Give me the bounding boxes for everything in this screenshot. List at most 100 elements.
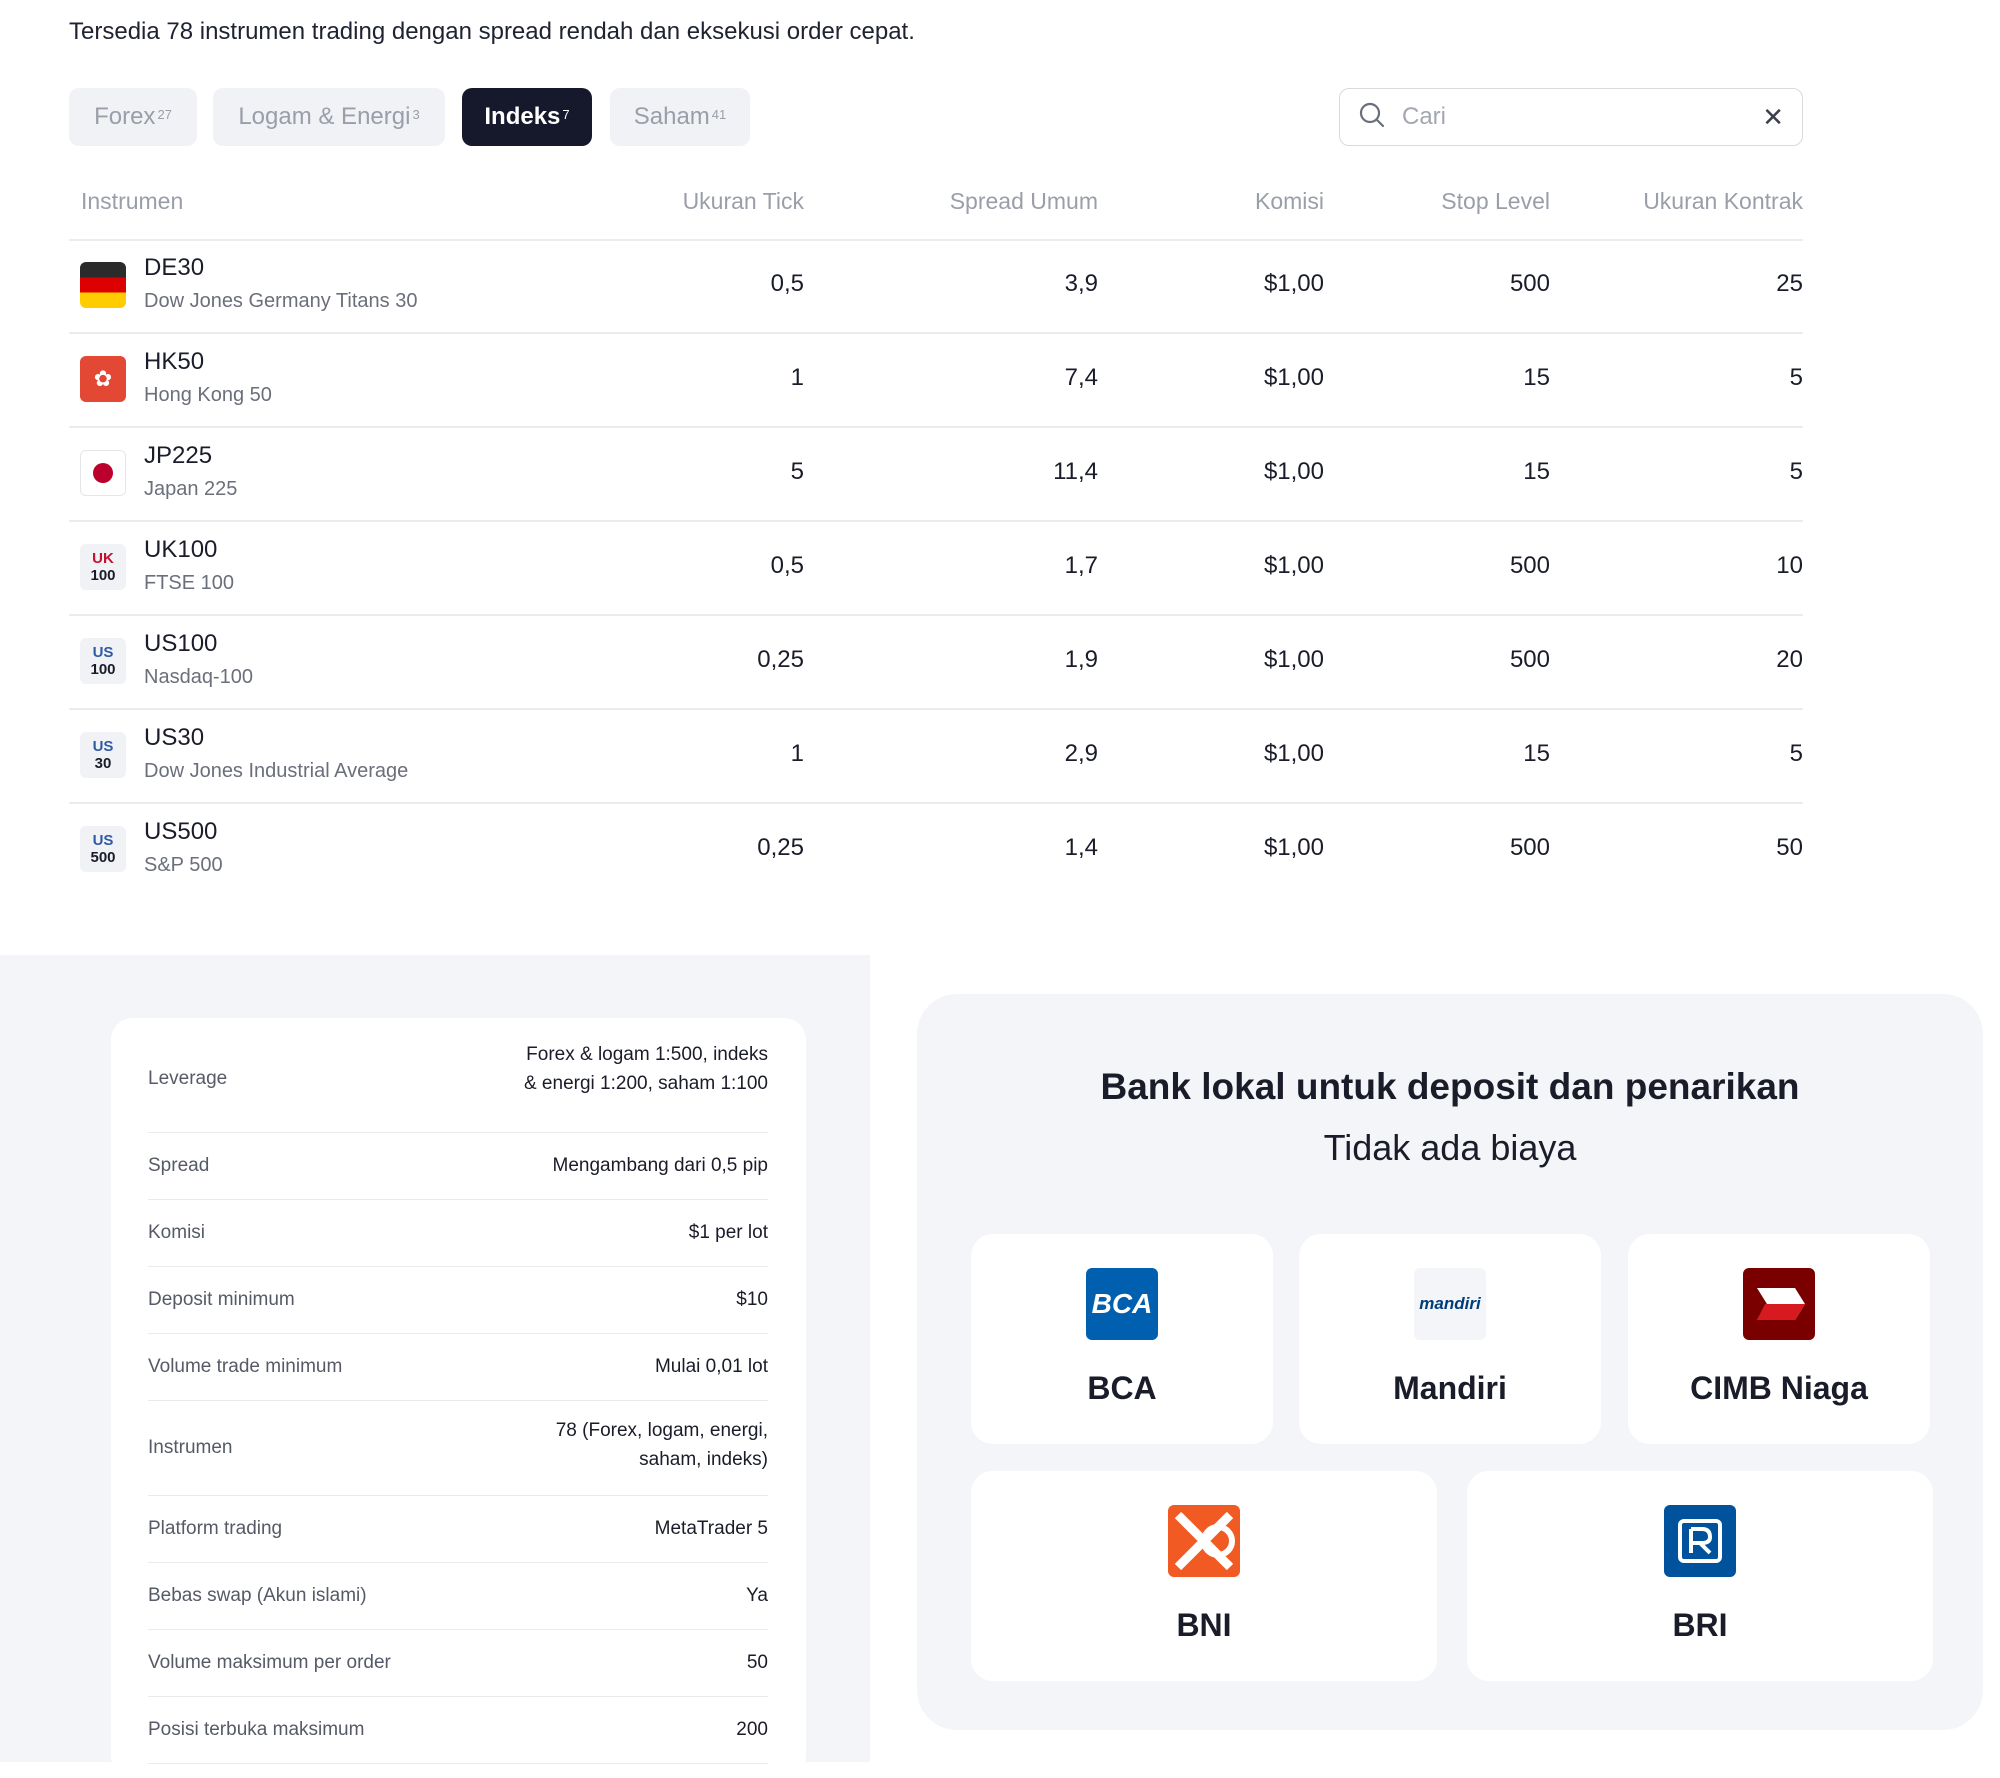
spec-row-platform: Platform trading MetaTrader 5 (148, 1496, 768, 1563)
tick-size: 0,5 (770, 270, 804, 297)
spec-row-leverage: Leverage Forex & logam 1:500, indeks & en… (148, 1018, 768, 1133)
bank-card-bca[interactable]: BCA BCA (971, 1234, 1273, 1444)
tab-forex[interactable]: Forex 27 (69, 88, 197, 146)
bri-logo-icon (1664, 1505, 1736, 1577)
spec-label: Komisi (148, 1222, 206, 1243)
spec-label: Instrumen (148, 1437, 233, 1458)
spread: 2,9 (1064, 740, 1098, 767)
instrument-symbol: US30 (144, 724, 205, 751)
tab-count: 41 (711, 106, 727, 122)
instrument-name: Dow Jones Germany Titans 30 (144, 290, 418, 312)
mandiri-logo-icon: mandiri (1414, 1268, 1486, 1340)
instrument-name: Japan 225 (144, 478, 238, 500)
stop-level: 15 (1523, 364, 1550, 391)
bank-card-bni[interactable]: BNI (971, 1471, 1437, 1681)
spec-label: Bebas swap (Akun islami) (148, 1585, 367, 1606)
us500-icon: US 500 (80, 826, 126, 872)
stop-level: 15 (1523, 458, 1550, 485)
us30-icon: US 30 (80, 732, 126, 778)
instrument-symbol: UK100 (144, 536, 218, 563)
spec-row-deposit-minimum: Deposit minimum $10 (148, 1267, 768, 1334)
tab-saham[interactable]: Saham 41 (610, 88, 750, 146)
spread: 7,4 (1064, 364, 1098, 391)
bni-logo-icon (1168, 1505, 1240, 1577)
tick-size: 1 (790, 364, 804, 391)
instrument-name: FTSE 100 (144, 572, 235, 594)
table-row[interactable]: ✿ HK50 Hong Kong 50 1 7,4 $1,00 15 5 (69, 334, 1803, 428)
commission: $1,00 (1263, 834, 1324, 861)
account-specs-card: Leverage Forex & logam 1:500, indeks & en… (111, 1018, 806, 1778)
header-stop-level: Stop Level (1441, 188, 1550, 214)
table-row[interactable]: JP225 Japan 225 5 11,4 $1,00 15 5 (69, 428, 1803, 522)
table-row[interactable]: US 100 US100 Nasdaq-100 0,25 1,9 $1,00 50… (69, 616, 1803, 710)
tick-size: 0,25 (757, 646, 804, 673)
instrument-symbol: US500 (144, 818, 218, 845)
spec-value: MetaTrader 5 (654, 1518, 768, 1539)
contract-size: 5 (1789, 364, 1803, 391)
table-row[interactable]: UK 100 UK100 FTSE 100 0,5 1,7 $1,00 500 1… (69, 522, 1803, 616)
header-komisi: Komisi (1254, 188, 1324, 214)
table-row[interactable]: US 500 US500 S&P 500 0,25 1,4 $1,00 500 5… (69, 804, 1803, 898)
spread: 3,9 (1064, 270, 1098, 297)
tab-label: Indeks (484, 103, 561, 130)
bank-name: BRI (1672, 1607, 1728, 1643)
header-ukuran-tick: Ukuran Tick (682, 188, 804, 214)
tab-label: Saham (633, 103, 710, 130)
spec-label: Deposit minimum (148, 1289, 295, 1310)
tick-size: 1 (790, 740, 804, 767)
spec-value: Mulai 0,01 lot (654, 1356, 768, 1377)
search-box[interactable]: ✕ (1339, 88, 1803, 146)
table-row[interactable]: DE30 Dow Jones Germany Titans 30 0,5 3,9… (69, 240, 1803, 334)
banks-panel: Bank lokal untuk deposit dan penarikan T… (917, 994, 1983, 1730)
spec-row-volume-maximum: Volume maksimum per order 50 (148, 1630, 768, 1697)
tick-size: 5 (790, 458, 804, 485)
tab-count: 7 (562, 106, 570, 122)
commission: $1,00 (1263, 552, 1324, 579)
search-icon (1358, 101, 1386, 134)
page-intro: Tersedia 78 instrumen trading dengan spr… (69, 18, 915, 45)
spec-value: $10 (736, 1289, 768, 1310)
contract-size: 10 (1776, 552, 1803, 579)
bank-card-cimb-niaga[interactable]: CIMB Niaga (1628, 1234, 1930, 1444)
header-instrumen: Instrumen (81, 188, 184, 214)
tab-logam-energi[interactable]: Logam & Energi 3 (213, 88, 445, 146)
bank-name: BNI (1176, 1607, 1232, 1643)
contract-size: 5 (1789, 740, 1803, 767)
cimb-niaga-logo-icon (1743, 1268, 1815, 1340)
spec-value: 78 (Forex, logam, energi, saham, indeks) (555, 1420, 768, 1470)
instrument-symbol: DE30 (144, 254, 205, 281)
bank-card-bri[interactable]: BRI (1467, 1471, 1933, 1681)
tab-indeks[interactable]: Indeks 7 (462, 88, 592, 146)
instrument-name: S&P 500 (144, 854, 223, 876)
header-spread-umum: Spread Umum (949, 188, 1098, 214)
tick-size: 0,5 (770, 552, 804, 579)
banks-subtitle: Tidak ada biaya (1323, 1127, 1577, 1168)
instrument-symbol: JP225 (144, 442, 213, 469)
stop-level: 500 (1509, 646, 1550, 673)
spec-label: Volume maksimum per order (148, 1652, 391, 1673)
spec-row-instrumen: Instrumen 78 (Forex, logam, energi, saham… (148, 1401, 768, 1496)
japan-flag-icon (80, 450, 126, 496)
close-icon[interactable]: ✕ (1762, 104, 1784, 130)
bank-name: Mandiri (1393, 1370, 1507, 1406)
contract-size: 20 (1776, 646, 1803, 673)
bank-name: BCA (1087, 1370, 1157, 1406)
commission: $1,00 (1263, 458, 1324, 485)
spec-row-swap-free: Bebas swap (Akun islami) Ya (148, 1563, 768, 1630)
hong-kong-flag-icon: ✿ (80, 356, 126, 402)
table-row[interactable]: US 30 US30 Dow Jones Industrial Average 1… (69, 710, 1803, 804)
instrument-name: Hong Kong 50 (144, 384, 272, 406)
spread: 1,9 (1064, 646, 1098, 673)
tab-label: Logam & Energi (238, 103, 411, 130)
commission: $1,00 (1263, 270, 1324, 297)
tab-label: Forex (94, 103, 156, 130)
contract-size: 50 (1776, 834, 1803, 861)
stop-level: 500 (1509, 270, 1550, 297)
spec-label: Spread (148, 1155, 210, 1176)
spec-row-komisi: Komisi $1 per lot (148, 1200, 768, 1267)
bank-card-mandiri[interactable]: mandiri Mandiri (1299, 1234, 1601, 1444)
germany-flag-icon (80, 262, 126, 308)
banks-title: Bank lokal untuk deposit dan penarikan (1100, 1066, 1800, 1107)
spread: 11,4 (1053, 458, 1098, 485)
search-input[interactable] (1400, 102, 1763, 132)
